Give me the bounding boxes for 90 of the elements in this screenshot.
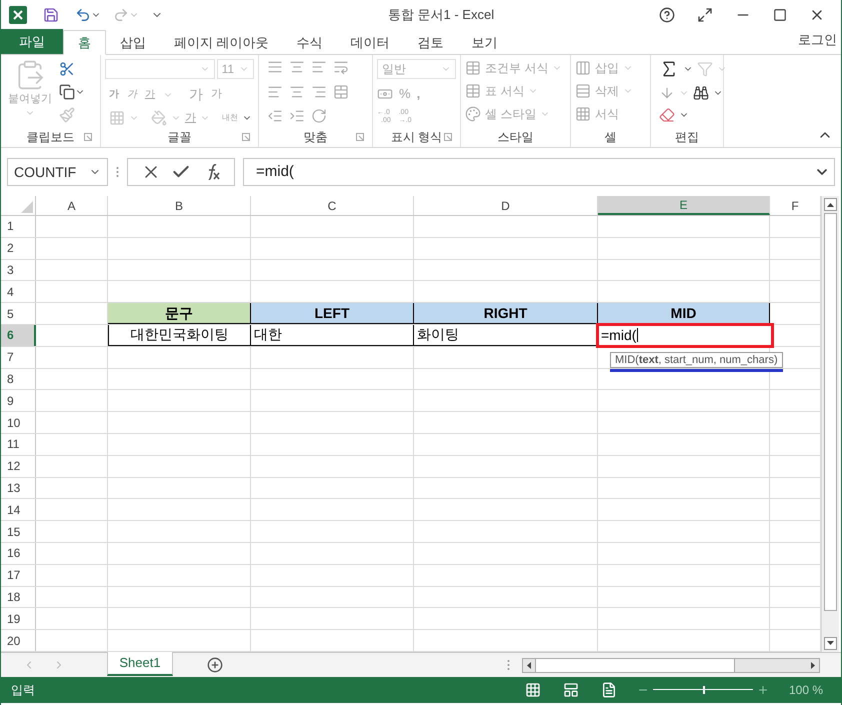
table-cell: 대한 <box>251 324 414 346</box>
row-header[interactable]: 14 <box>1 499 36 520</box>
window-title: 통합 문서1 - Excel <box>388 6 494 24</box>
page-break-icon[interactable] <box>600 682 617 698</box>
style-icon <box>465 60 481 76</box>
scroll-down-icon[interactable] <box>827 641 834 646</box>
ribbon-tab[interactable]: 홈 <box>63 30 106 55</box>
row-header[interactable]: 15 <box>1 521 36 542</box>
row-header[interactable]: 18 <box>1 586 36 608</box>
name-box[interactable]: COUNTIF <box>7 158 108 186</box>
group-label: 글꼴 <box>168 129 192 146</box>
header-cell: MID <box>598 303 770 324</box>
excel-logo-icon <box>9 6 27 24</box>
horizontal-scrollbar[interactable] <box>522 658 820 673</box>
ribbon-tab[interactable]: 수식 <box>282 30 337 55</box>
group-label: 표시 형식 <box>390 129 442 146</box>
align-middle-icon <box>289 59 305 75</box>
scroll-right-icon[interactable] <box>811 662 815 669</box>
function-tooltip: MID(text, start_num, num_chars) <box>610 352 783 368</box>
column-header[interactable]: E <box>598 196 770 215</box>
normal-view-icon[interactable] <box>524 682 541 698</box>
group-label: 클립보드 <box>26 129 74 146</box>
row-header[interactable]: 13 <box>1 478 36 498</box>
undo-icon[interactable] <box>75 7 91 23</box>
group-label: 맞춤 <box>304 129 328 146</box>
row-header[interactable]: 16 <box>1 542 36 564</box>
new-sheet-icon[interactable] <box>207 656 223 673</box>
row-header[interactable]: 20 <box>1 630 36 651</box>
save-icon[interactable] <box>43 7 59 23</box>
style-icon <box>465 106 481 122</box>
sort-filter-icon <box>697 61 713 77</box>
align-bottom-icon <box>311 59 327 75</box>
row-header[interactable]: 12 <box>1 456 36 477</box>
row-header[interactable]: 3 <box>1 260 36 280</box>
row-header[interactable]: 7 <box>1 346 36 368</box>
align-top-icon <box>267 59 283 75</box>
page-layout-icon[interactable] <box>562 682 579 698</box>
find-icon <box>693 85 709 101</box>
group-label: 편집 <box>675 129 699 146</box>
cells-icon <box>575 60 591 76</box>
ribbon-tab[interactable]: 보기 <box>458 30 512 55</box>
formula-input[interactable]: =mid( <box>243 158 835 186</box>
cells-icon <box>575 83 591 99</box>
editing-cell[interactable]: =mid( <box>596 322 774 348</box>
header-cell: RIGHT <box>414 303 598 324</box>
group-label: 스타일 <box>498 129 534 146</box>
merge-icon <box>333 84 349 100</box>
fill-icon <box>659 85 675 101</box>
wrap-text-icon <box>333 59 349 75</box>
zoom-level[interactable]: 100 % <box>788 680 823 699</box>
row-header[interactable]: 9 <box>1 390 36 412</box>
row-header[interactable]: 2 <box>1 238 36 259</box>
ribbon-tab[interactable]: 검토 <box>404 30 458 55</box>
scroll-left-icon[interactable] <box>527 662 531 669</box>
column-header[interactable]: C <box>251 196 414 215</box>
row-header[interactable]: 11 <box>1 434 36 455</box>
row-header[interactable]: 5 <box>1 303 36 324</box>
zoom-in-icon[interactable] <box>756 684 769 696</box>
header-cell: LEFT <box>251 303 414 324</box>
grip-icon <box>507 658 510 671</box>
file-tab[interactable]: 파일 <box>1 29 63 54</box>
sheet-tab[interactable]: Sheet1 <box>107 652 173 676</box>
row-header[interactable]: 1 <box>1 216 36 237</box>
ribbon-display-icon[interactable] <box>697 7 713 23</box>
vertical-scrollbar[interactable] <box>821 196 839 652</box>
orientation-icon <box>311 108 327 124</box>
row-header[interactable]: 4 <box>1 281 36 302</box>
style-icon <box>465 83 481 99</box>
row-header[interactable]: 8 <box>1 368 36 390</box>
column-header[interactable]: B <box>108 196 251 215</box>
cells-icon <box>575 106 591 122</box>
ribbon-tab[interactable]: 데이터 <box>336 30 404 55</box>
clear-icon <box>659 107 675 123</box>
row-header[interactable]: 17 <box>1 564 36 586</box>
row-header[interactable]: 6 <box>1 324 36 346</box>
column-header[interactable]: A <box>36 196 108 215</box>
ribbon-tab[interactable]: 페이지 레이아웃 <box>160 30 283 55</box>
maximize-icon[interactable] <box>773 8 787 22</box>
row-header[interactable]: 10 <box>1 412 36 433</box>
ribbon-tab[interactable]: 삽입 <box>106 30 160 55</box>
group-label: 셀 <box>604 129 616 146</box>
scroll-up-icon[interactable] <box>827 202 834 206</box>
grip-icon <box>116 166 119 178</box>
help-icon[interactable] <box>659 7 675 23</box>
sign-in-link[interactable]: 로그인 <box>798 30 841 54</box>
table-cell: 대한민국화이팅 <box>108 324 251 346</box>
zoom-slider[interactable] <box>652 684 753 695</box>
row-header[interactable]: 19 <box>1 608 36 630</box>
status-mode: 입력 <box>11 682 35 699</box>
header-cell: 문구 <box>108 303 251 324</box>
